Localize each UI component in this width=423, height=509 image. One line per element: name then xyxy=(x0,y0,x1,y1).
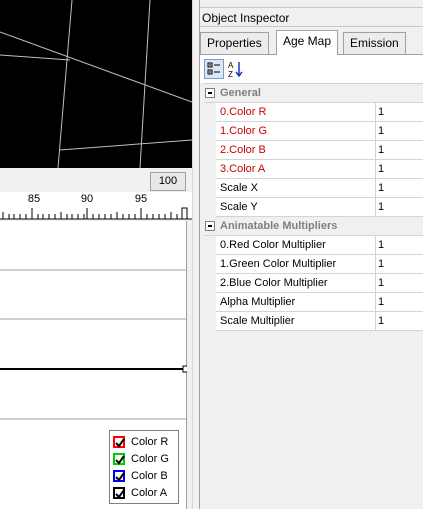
legend-label: Color G xyxy=(131,452,169,465)
property-grid: General 0.Color R 1 1.Color G 1 2.Color … xyxy=(204,83,423,331)
legend-label: Color R xyxy=(131,435,169,448)
property-row[interactable]: Alpha Multiplier 1 xyxy=(204,293,423,312)
ruler-tick-label: 95 xyxy=(134,193,148,205)
property-name: 2.Color B xyxy=(220,141,376,160)
object-inspector: Object Inspector Properties Age Map Emis… xyxy=(199,0,423,509)
sort-alpha-button[interactable]: A Z xyxy=(226,59,246,79)
property-value[interactable]: 1 xyxy=(378,236,384,255)
splitter[interactable] xyxy=(192,0,199,509)
inspector-toolbar: A Z xyxy=(200,55,423,83)
viewport-3d[interactable] xyxy=(0,0,192,168)
legend-item[interactable]: Color R xyxy=(113,433,175,450)
curve-legend: Color R Color G Color B Color A xyxy=(109,430,179,504)
viewport-grid xyxy=(0,0,192,168)
time-ruler[interactable]: 85 90 95 xyxy=(0,192,192,220)
sort-alpha-icon: A Z xyxy=(228,61,243,79)
property-name: 0.Red Color Multiplier xyxy=(220,236,376,255)
property-name: 0.Color R xyxy=(220,103,376,122)
category-label: Animatable Multipliers xyxy=(220,220,338,232)
property-row[interactable]: 2.Blue Color Multiplier 1 xyxy=(204,274,423,293)
tab-bar: Properties Age Map Emission xyxy=(200,30,423,55)
tab-age-map[interactable]: Age Map xyxy=(276,30,339,55)
category-label: General xyxy=(220,87,261,99)
property-row[interactable]: Scale X 1 xyxy=(204,179,423,198)
property-row[interactable]: Scale Y 1 xyxy=(204,198,423,217)
svg-text:A: A xyxy=(228,61,234,70)
app-window: 100 85 90 95 Color R Color G Color B Col… xyxy=(0,0,423,509)
property-name: Scale X xyxy=(220,179,376,198)
property-value[interactable]: 1 xyxy=(378,274,384,293)
property-value[interactable]: 1 xyxy=(378,255,384,274)
categorized-icon xyxy=(207,62,220,75)
property-value[interactable]: 1 xyxy=(378,198,384,217)
property-value[interactable]: 1 xyxy=(378,179,384,198)
category-animatable-multipliers[interactable]: Animatable Multipliers xyxy=(204,217,423,236)
property-row[interactable]: 0.Red Color Multiplier 1 xyxy=(204,236,423,255)
property-name: 2.Blue Color Multiplier xyxy=(220,274,376,293)
categorized-button[interactable] xyxy=(204,59,224,79)
checkbox-icon[interactable] xyxy=(113,452,125,465)
property-row[interactable]: 1.Green Color Multiplier 1 xyxy=(204,255,423,274)
property-row[interactable]: 1.Color G 1 xyxy=(204,122,423,141)
property-row[interactable]: 0.Color R 1 xyxy=(204,103,423,122)
property-name: 1.Color G xyxy=(220,122,376,141)
property-name: 3.Color A xyxy=(220,160,376,179)
tab-emission[interactable]: Emission xyxy=(343,32,406,54)
ruler-tick-label: 90 xyxy=(80,193,94,205)
property-value[interactable]: 1 xyxy=(378,293,384,312)
property-value[interactable]: 1 xyxy=(378,312,384,331)
property-row[interactable]: 3.Color A 1 xyxy=(204,160,423,179)
zoom-row: 100 xyxy=(0,172,192,192)
legend-label: Color A xyxy=(131,486,168,499)
property-value[interactable]: 1 xyxy=(378,103,384,122)
property-value[interactable]: 1 xyxy=(378,160,384,179)
inspector-title: Object Inspector xyxy=(200,7,423,27)
legend-item[interactable]: Color G xyxy=(113,450,175,467)
collapse-icon[interactable] xyxy=(205,221,215,231)
property-row[interactable]: 2.Color B 1 xyxy=(204,141,423,160)
property-name: Scale Y xyxy=(220,198,376,217)
legend-item[interactable]: Color B xyxy=(113,467,175,484)
legend-label: Color B xyxy=(131,469,168,482)
curve-key-handle xyxy=(182,365,187,373)
property-row[interactable]: Scale Multiplier 1 xyxy=(204,312,423,331)
category-general[interactable]: General xyxy=(204,84,423,103)
property-name: Alpha Multiplier xyxy=(220,293,376,312)
svg-text:Z: Z xyxy=(228,70,233,79)
legend-item[interactable]: Color A xyxy=(113,484,175,501)
property-value[interactable]: 1 xyxy=(378,122,384,141)
zoom-input[interactable]: 100 xyxy=(150,172,186,191)
checkbox-icon[interactable] xyxy=(113,486,125,499)
ruler-tick-label: 85 xyxy=(27,193,41,205)
property-value[interactable]: 1 xyxy=(378,141,384,160)
collapse-icon[interactable] xyxy=(205,88,215,98)
checkbox-icon[interactable] xyxy=(113,435,125,448)
property-name: Scale Multiplier xyxy=(220,312,376,331)
tab-properties[interactable]: Properties xyxy=(200,32,269,54)
checkbox-icon[interactable] xyxy=(113,469,125,482)
property-name: 1.Green Color Multiplier xyxy=(220,255,376,274)
